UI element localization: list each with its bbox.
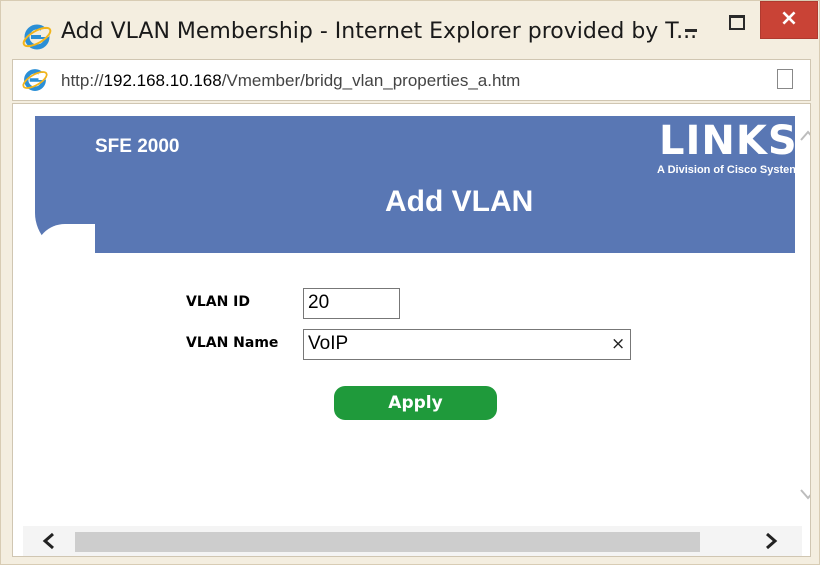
model-name: SFE 2000 (95, 136, 180, 157)
apply-button[interactable]: Apply (334, 386, 497, 420)
horizontal-scrollbar[interactable] (23, 526, 802, 556)
close-icon: × (779, 6, 799, 31)
header-banner: SFE 2000 Add VLAN LINKSY A Division of C… (35, 116, 810, 253)
chevron-up-icon[interactable] (798, 126, 811, 146)
document-icon[interactable] (777, 69, 793, 89)
logo-subtitle: A Division of Cisco Systen (657, 164, 796, 176)
vlan-name-input[interactable]: VoIP (303, 329, 631, 360)
url-prefix: http:// (61, 71, 104, 90)
url-path: /Vmember/bridg_vlan_properties_a.htm (221, 71, 521, 90)
minimize-button[interactable] (673, 9, 711, 37)
maximize-button[interactable] (717, 9, 755, 37)
chevron-left-icon[interactable] (39, 529, 59, 553)
window-title: Add VLAN Membership - Internet Explorer … (61, 19, 698, 44)
internet-explorer-icon (22, 24, 52, 50)
page-title: Add VLAN (385, 185, 534, 218)
page-content: SFE 2000 Add VLAN LINKSY A Division of C… (12, 103, 811, 557)
vlan-id-input[interactable]: 20 (303, 288, 400, 319)
vlan-id-label: VLAN ID (186, 294, 251, 310)
scrollbar-thumb[interactable] (75, 532, 700, 552)
close-button[interactable]: × (760, 1, 818, 39)
chevron-right-icon[interactable] (761, 529, 781, 553)
chevron-down-icon[interactable] (798, 484, 811, 504)
page-ie-icon (22, 69, 48, 91)
clear-icon[interactable]: × (611, 334, 625, 354)
browser-window: Add VLAN Membership - Internet Explorer … (0, 0, 820, 565)
linksys-logo: LINKSY (659, 118, 811, 164)
vlan-name-label: VLAN Name (186, 335, 279, 351)
title-bar[interactable]: Add VLAN Membership - Internet Explorer … (1, 1, 820, 59)
url-host: 192.168.10.168 (103, 71, 222, 90)
address-url[interactable]: http://192.168.10.168/Vmember/bridg_vlan… (61, 71, 520, 91)
